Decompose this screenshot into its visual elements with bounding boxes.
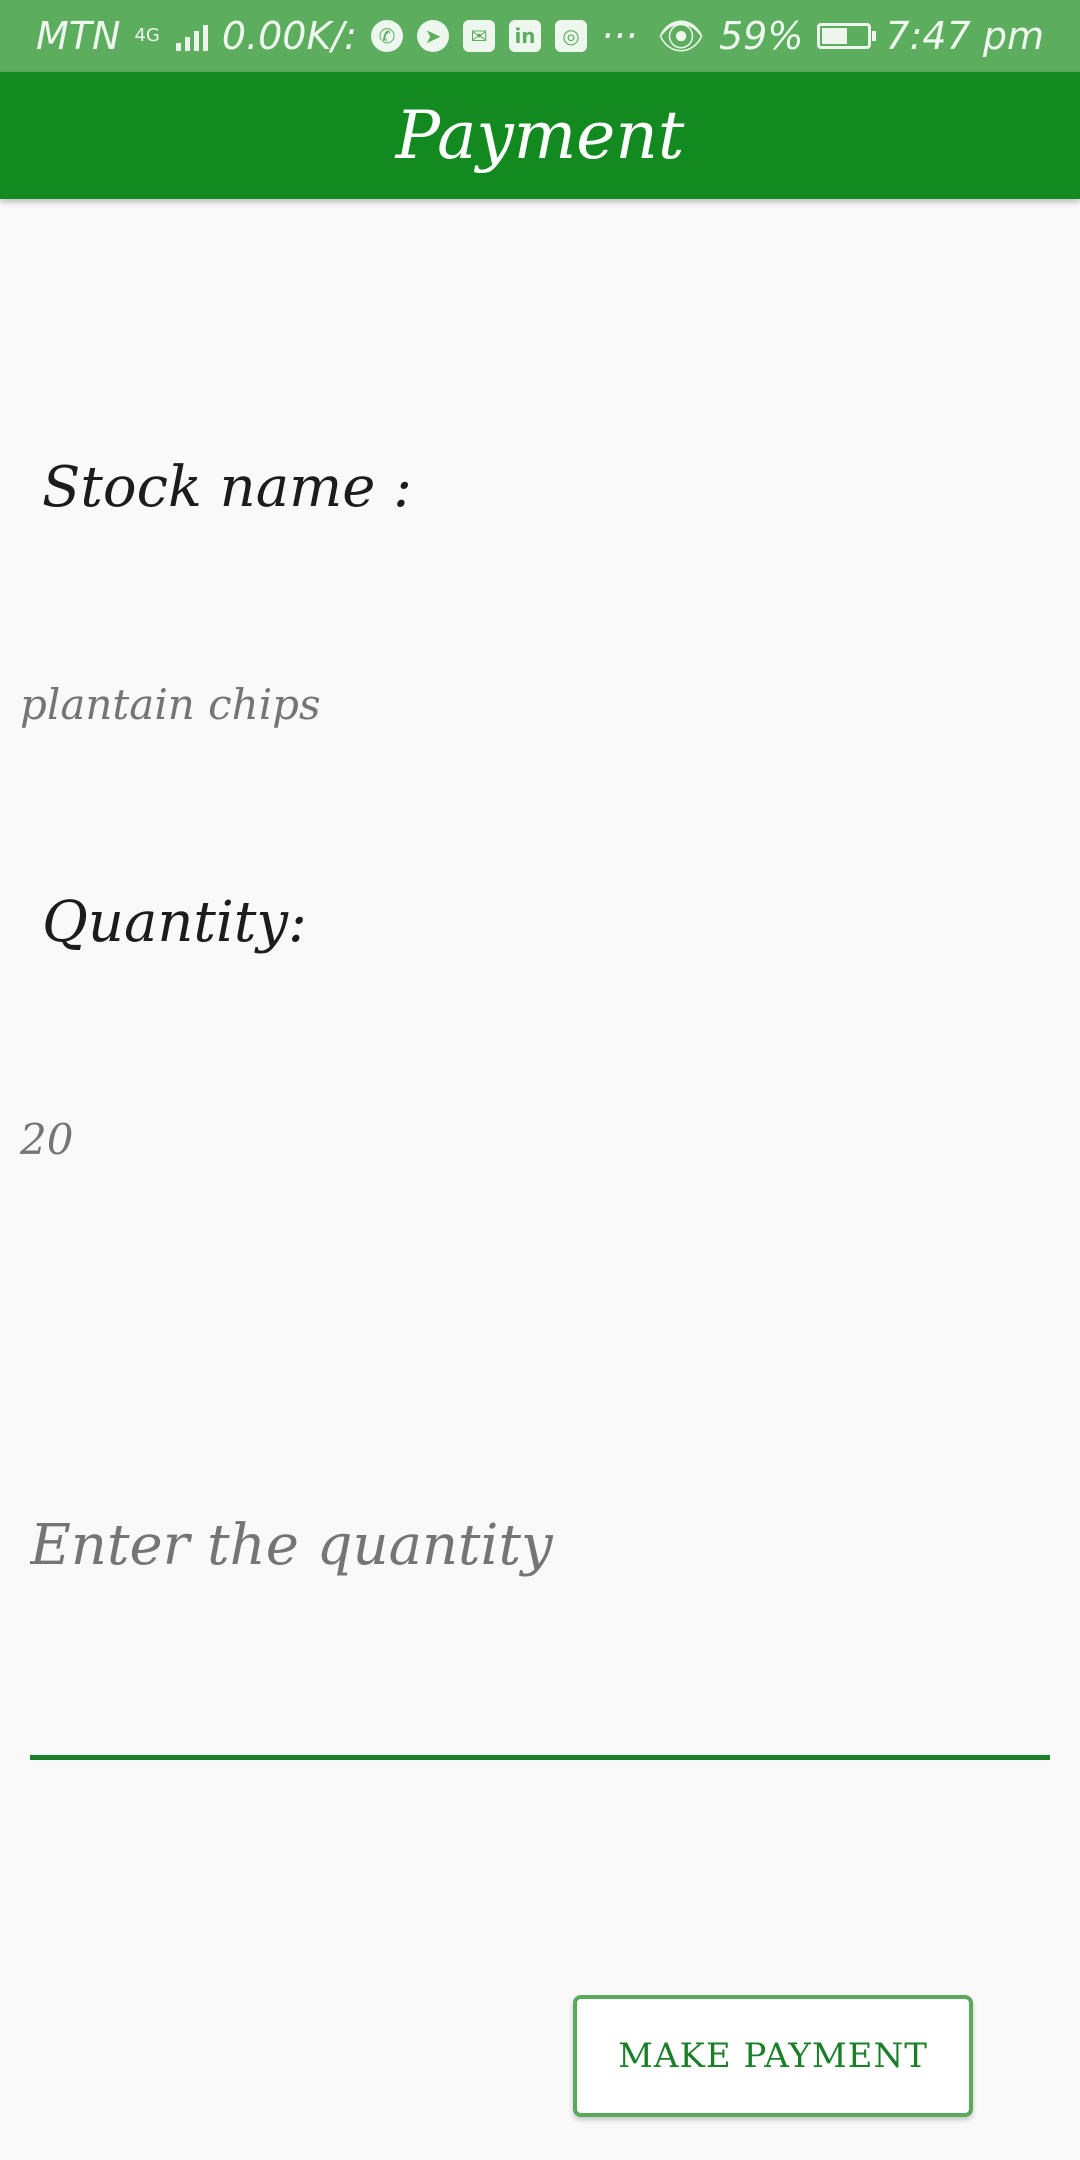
- outlook-icon: ✉: [462, 20, 495, 52]
- more-notifications-icon: ···: [600, 14, 638, 58]
- linkedin-icon: in: [508, 20, 541, 52]
- quantity-input-container: [30, 1340, 1050, 1760]
- app-bar: Payment: [0, 72, 1080, 199]
- signal-icon: [175, 21, 208, 51]
- instagram-icon: ◎: [554, 20, 587, 52]
- stock-name-value: plantain chips: [20, 680, 321, 729]
- stock-name-label: Stock name :: [42, 455, 413, 520]
- network-speed: 0.00K/:: [221, 14, 357, 58]
- input-underline: [30, 1755, 1050, 1760]
- eye-comfort-icon: 👁: [656, 13, 705, 58]
- make-payment-button[interactable]: MAKE PAYMENT: [573, 1995, 973, 2117]
- carrier-label: MTN: [36, 14, 121, 58]
- battery-percent: 59%: [718, 14, 804, 58]
- page-title: Payment: [395, 97, 685, 174]
- status-right: 👁 59% 7:47 pm: [657, 14, 1044, 59]
- network-type-label: 4G: [134, 25, 160, 46]
- status-bar: MTN 4G 0.00K/: ✆ ➤ ✉ in ◎ ··· 👁 59% 7:47…: [0, 0, 1080, 72]
- whatsapp-icon: ✆: [370, 20, 403, 52]
- quantity-value: 20: [20, 1115, 74, 1164]
- quantity-label: Quantity:: [42, 890, 307, 955]
- status-left: MTN 4G 0.00K/: ✆ ➤ ✉ in ◎ ···: [36, 14, 637, 58]
- telegram-icon: ➤: [416, 20, 449, 52]
- quantity-input[interactable]: [30, 1340, 1050, 1750]
- battery-icon: [817, 23, 877, 49]
- clock: 7:47 pm: [885, 14, 1044, 58]
